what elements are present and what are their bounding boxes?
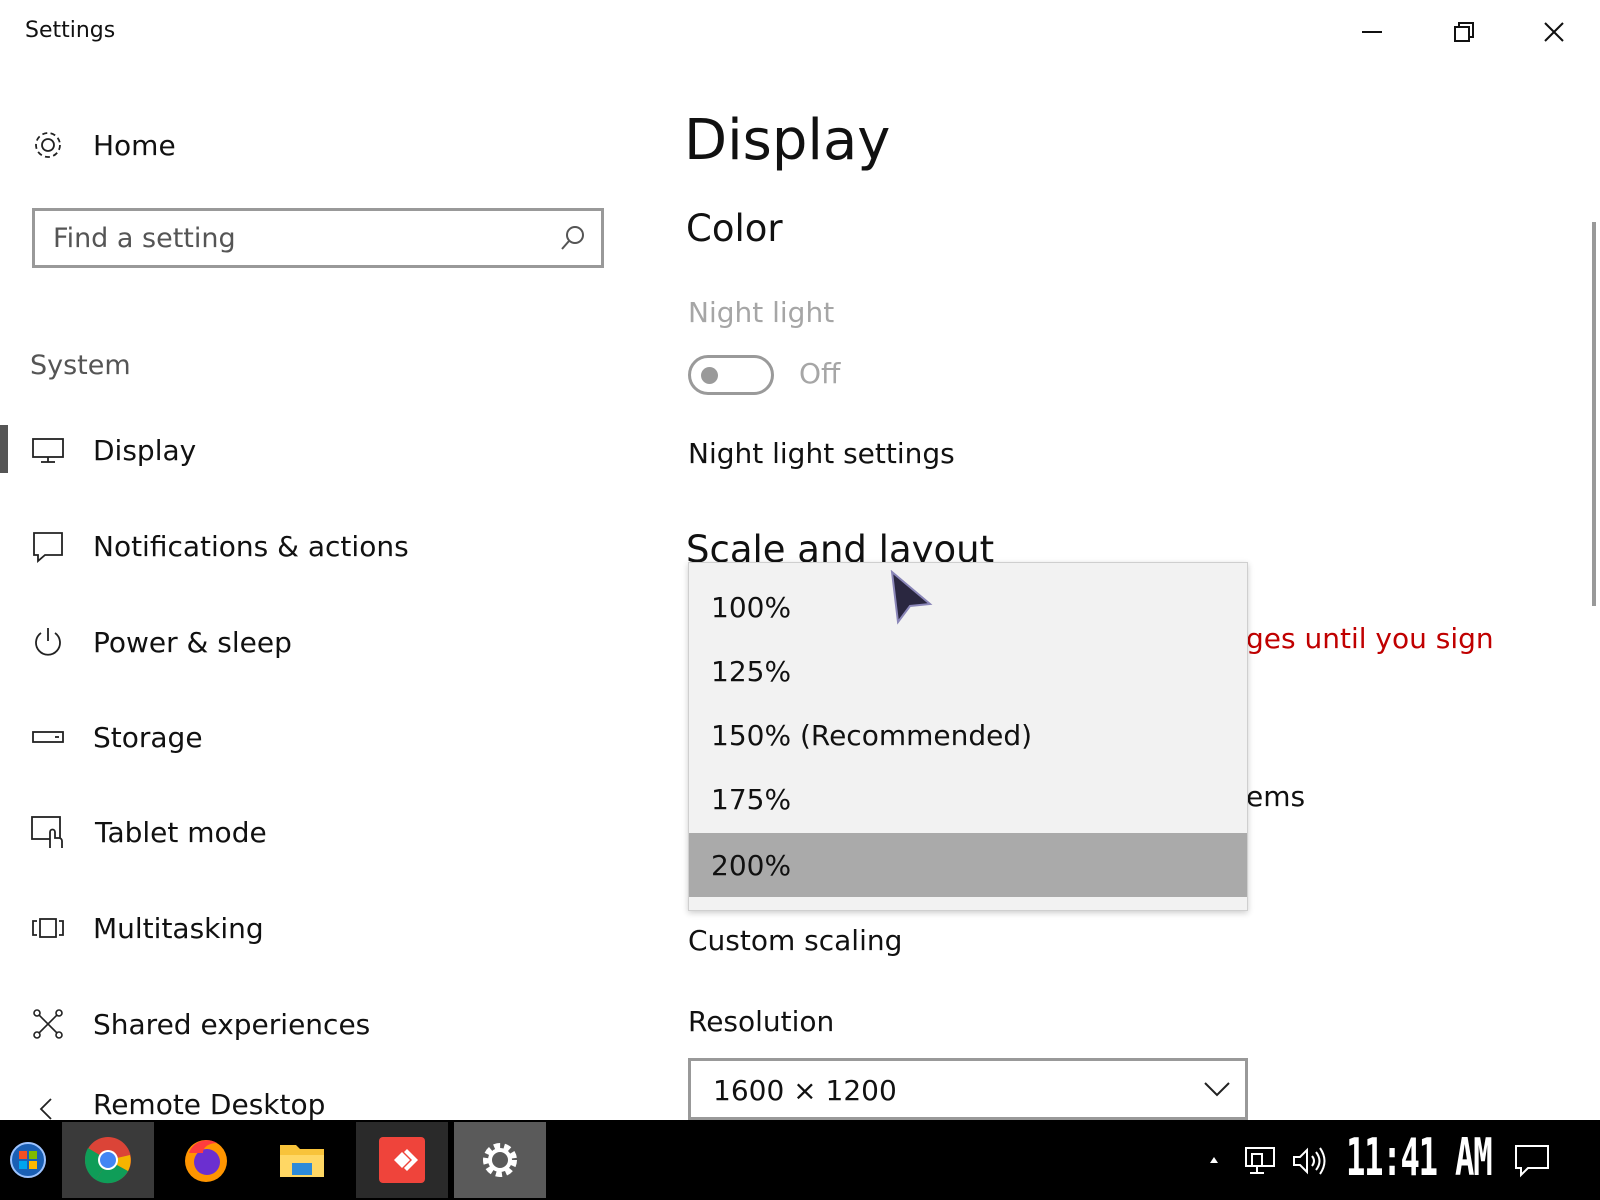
remote-desktop-icon (30, 1090, 66, 1120)
taskbar-anydesk[interactable] (356, 1122, 448, 1198)
chevron-up-icon (1210, 1157, 1218, 1163)
search-input[interactable] (53, 219, 533, 257)
show-hidden-icons-button[interactable] (1208, 1150, 1220, 1169)
sidebar-item-label: Storage (93, 720, 203, 754)
monitor-icon (30, 432, 66, 468)
search-icon (561, 226, 584, 250)
sidebar-item-remote-desktop[interactable]: Remote Desktop (0, 1090, 640, 1120)
custom-scaling-link[interactable]: Custom scaling (688, 924, 902, 957)
window-title: Settings (25, 18, 116, 43)
sidebar-item-tablet-mode[interactable]: Tablet mode (0, 802, 640, 862)
gear-icon (30, 127, 66, 163)
night-light-toggle[interactable] (688, 355, 774, 395)
text-size-label-partial: ems (1246, 780, 1306, 813)
taskbar-chrome[interactable] (62, 1122, 154, 1198)
taskbar: 11:41 AM (0, 1120, 1600, 1200)
power-icon (30, 624, 66, 660)
volume-icon (1293, 1147, 1326, 1175)
scrollbar[interactable] (1592, 222, 1596, 606)
night-light-state: Off (799, 357, 841, 390)
volume-button[interactable] (1292, 1146, 1328, 1180)
toggle-knob (701, 367, 718, 384)
windows-start-icon (10, 1142, 46, 1178)
sidebar-item-notifications[interactable]: Notifications & actions (0, 516, 640, 576)
shared-experiences-icon (30, 1006, 66, 1042)
sidebar-item-label: Display (93, 433, 197, 467)
sidebar-item-label: Notifications & actions (93, 529, 409, 563)
taskbar-firefox[interactable] (160, 1122, 252, 1198)
page-title: Display (684, 108, 891, 173)
taskbar-file-explorer[interactable] (256, 1122, 348, 1198)
section-label: System (30, 350, 131, 381)
resolution-value: 1600 × 1200 (713, 1074, 897, 1107)
sidebar-item-label: Remote Desktop (93, 1090, 326, 1120)
night-light-label: Night light (688, 296, 835, 329)
sidebar-item-label: Multitasking (93, 911, 264, 945)
scale-option[interactable]: 100% (689, 575, 1247, 639)
sidebar-item-power-sleep[interactable]: Power & sleep (0, 612, 640, 672)
home-link[interactable]: Home (0, 115, 640, 175)
sidebar-item-display[interactable]: Display (0, 420, 640, 480)
sidebar-item-label: Shared experiences (93, 1007, 371, 1041)
gear-icon (483, 1143, 517, 1177)
scale-option[interactable]: 150% (Recommended) (689, 703, 1247, 767)
notification-icon (30, 528, 66, 564)
minimize-button[interactable] (1326, 0, 1418, 64)
scale-option[interactable]: 175% (689, 767, 1247, 831)
search-box[interactable] (32, 208, 604, 268)
multitasking-icon (30, 910, 66, 946)
chevron-down-icon (1204, 1082, 1230, 1097)
sign-out-warning: ges until you sign (1246, 622, 1494, 655)
scale-option[interactable]: 125% (689, 639, 1247, 703)
sidebar-item-label: Tablet mode (95, 815, 267, 849)
close-icon (1544, 22, 1564, 42)
sidebar-item-storage[interactable]: Storage (0, 707, 640, 767)
anydesk-icon (379, 1137, 425, 1183)
tablet-mode-icon (30, 814, 66, 850)
resolution-select[interactable]: 1600 × 1200 (688, 1058, 1248, 1120)
action-center-button[interactable] (1514, 1144, 1550, 1182)
minimize-icon (1362, 31, 1382, 33)
restore-icon (1454, 22, 1474, 42)
restore-button[interactable] (1418, 0, 1510, 64)
color-heading: Color (686, 207, 783, 250)
chrome-icon (84, 1137, 131, 1184)
taskbar-settings[interactable] (454, 1122, 546, 1198)
sidebar-item-shared-experiences[interactable]: Shared experiences (0, 994, 640, 1054)
sidebar-item-label: Power & sleep (93, 625, 292, 659)
start-button[interactable] (0, 1122, 56, 1198)
taskbar-clock[interactable]: 11:41 AM (1346, 1128, 1493, 1188)
storage-icon (30, 719, 66, 755)
scale-dropdown-list[interactable]: 100% 125% 150% (Recommended) 175% 200% (688, 562, 1248, 911)
network-button[interactable] (1244, 1146, 1278, 1180)
night-light-settings-link[interactable]: Night light settings (688, 437, 955, 470)
resolution-label: Resolution (688, 1005, 835, 1038)
mouse-cursor-icon (890, 570, 933, 625)
home-label: Home (93, 128, 176, 162)
close-button[interactable] (1508, 0, 1600, 64)
network-icon (1245, 1147, 1275, 1174)
scale-option-selected[interactable]: 200% (689, 833, 1247, 897)
folder-icon (280, 1145, 324, 1177)
title-bar: Settings (0, 0, 1600, 64)
sidebar-item-multitasking[interactable]: Multitasking (0, 898, 640, 958)
scale-heading: Scale and layout (686, 528, 995, 562)
notification-icon (1515, 1145, 1549, 1178)
firefox-icon (185, 1140, 227, 1182)
